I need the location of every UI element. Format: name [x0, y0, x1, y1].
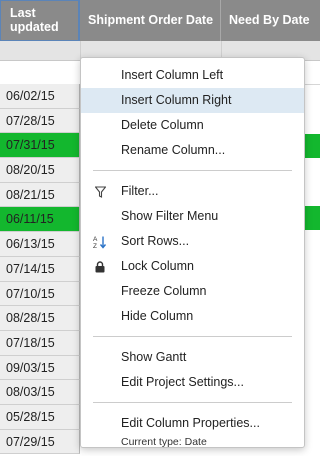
column-context-menu: Insert Column Left Insert Column Right D… — [80, 57, 305, 448]
table-cell[interactable]: 08/03/15 — [0, 380, 80, 405]
table-cell[interactable]: 07/18/15 — [0, 330, 80, 356]
svg-text:A: A — [93, 236, 98, 243]
menu-item-sort-rows[interactable]: A Z Sort Rows... — [81, 229, 304, 254]
menu-item-rename-column[interactable]: Rename Column... — [81, 138, 304, 163]
table-cell[interactable]: 07/29/15 — [0, 429, 80, 455]
table-cell[interactable]: 08/20/15 — [0, 158, 80, 183]
table-cell-highlighted[interactable]: 07/31/15 — [0, 133, 80, 159]
table-cell[interactable]: 08/28/15 — [0, 306, 80, 331]
column-header-last-updated[interactable]: Last updated — [0, 0, 80, 41]
menu-item-insert-column-right[interactable]: Insert Column Right — [81, 88, 304, 113]
table-cell-highlighted[interactable]: 06/11/15 — [0, 207, 80, 233]
menu-item-show-filter-menu[interactable]: Show Filter Menu — [81, 204, 304, 229]
column-header-row: Last updated Shipment Order Date Need By… — [0, 0, 320, 41]
table-cell[interactable]: 07/14/15 — [0, 256, 80, 282]
table-cell[interactable]: 07/28/15 — [0, 108, 80, 134]
menu-item-insert-column-left[interactable]: Insert Column Left — [81, 63, 304, 88]
menu-item-label: Sort Rows... — [121, 234, 190, 248]
menu-item-label: Lock Column — [121, 259, 194, 273]
menu-item-show-gantt[interactable]: Show Gantt — [81, 345, 304, 370]
table-cell[interactable]: 06/13/15 — [0, 232, 80, 257]
table-cell[interactable]: 05/28/15 — [0, 404, 80, 430]
table-cell[interactable]: 09/03/15 — [0, 355, 80, 381]
menu-divider — [93, 402, 292, 403]
column-header-need-by-date[interactable]: Need By Date — [221, 0, 320, 41]
menu-item-filter[interactable]: Filter... — [81, 179, 304, 204]
lock-icon — [93, 254, 107, 279]
filter-icon — [93, 179, 107, 204]
menu-item-hide-column[interactable]: Hide Column — [81, 304, 304, 329]
sort-az-icon: A Z — [93, 229, 107, 254]
menu-divider — [93, 170, 292, 171]
menu-item-edit-project-settings[interactable]: Edit Project Settings... — [81, 370, 304, 395]
date-column-cells: 06/02/15 07/28/15 07/31/15 08/20/15 08/2… — [0, 84, 80, 455]
column-header-shipment-order-date[interactable]: Shipment Order Date — [80, 0, 221, 41]
menu-divider — [93, 336, 292, 337]
table-cell[interactable]: 07/10/15 — [0, 281, 80, 307]
menu-item-delete-column[interactable]: Delete Column — [81, 113, 304, 138]
menu-item-lock-column[interactable]: Lock Column — [81, 254, 304, 279]
svg-text:Z: Z — [93, 243, 97, 249]
table-cell[interactable]: 06/02/15 — [0, 84, 80, 109]
menu-item-freeze-column[interactable]: Freeze Column — [81, 279, 304, 304]
current-column-type: Current type: Date — [121, 436, 207, 448]
menu-item-edit-column-properties[interactable]: Edit Column Properties... — [81, 411, 304, 436]
highlight-strip — [304, 206, 320, 230]
highlight-strip — [304, 134, 320, 158]
menu-item-label: Filter... — [121, 184, 159, 198]
table-cell[interactable]: 08/21/15 — [0, 182, 80, 208]
